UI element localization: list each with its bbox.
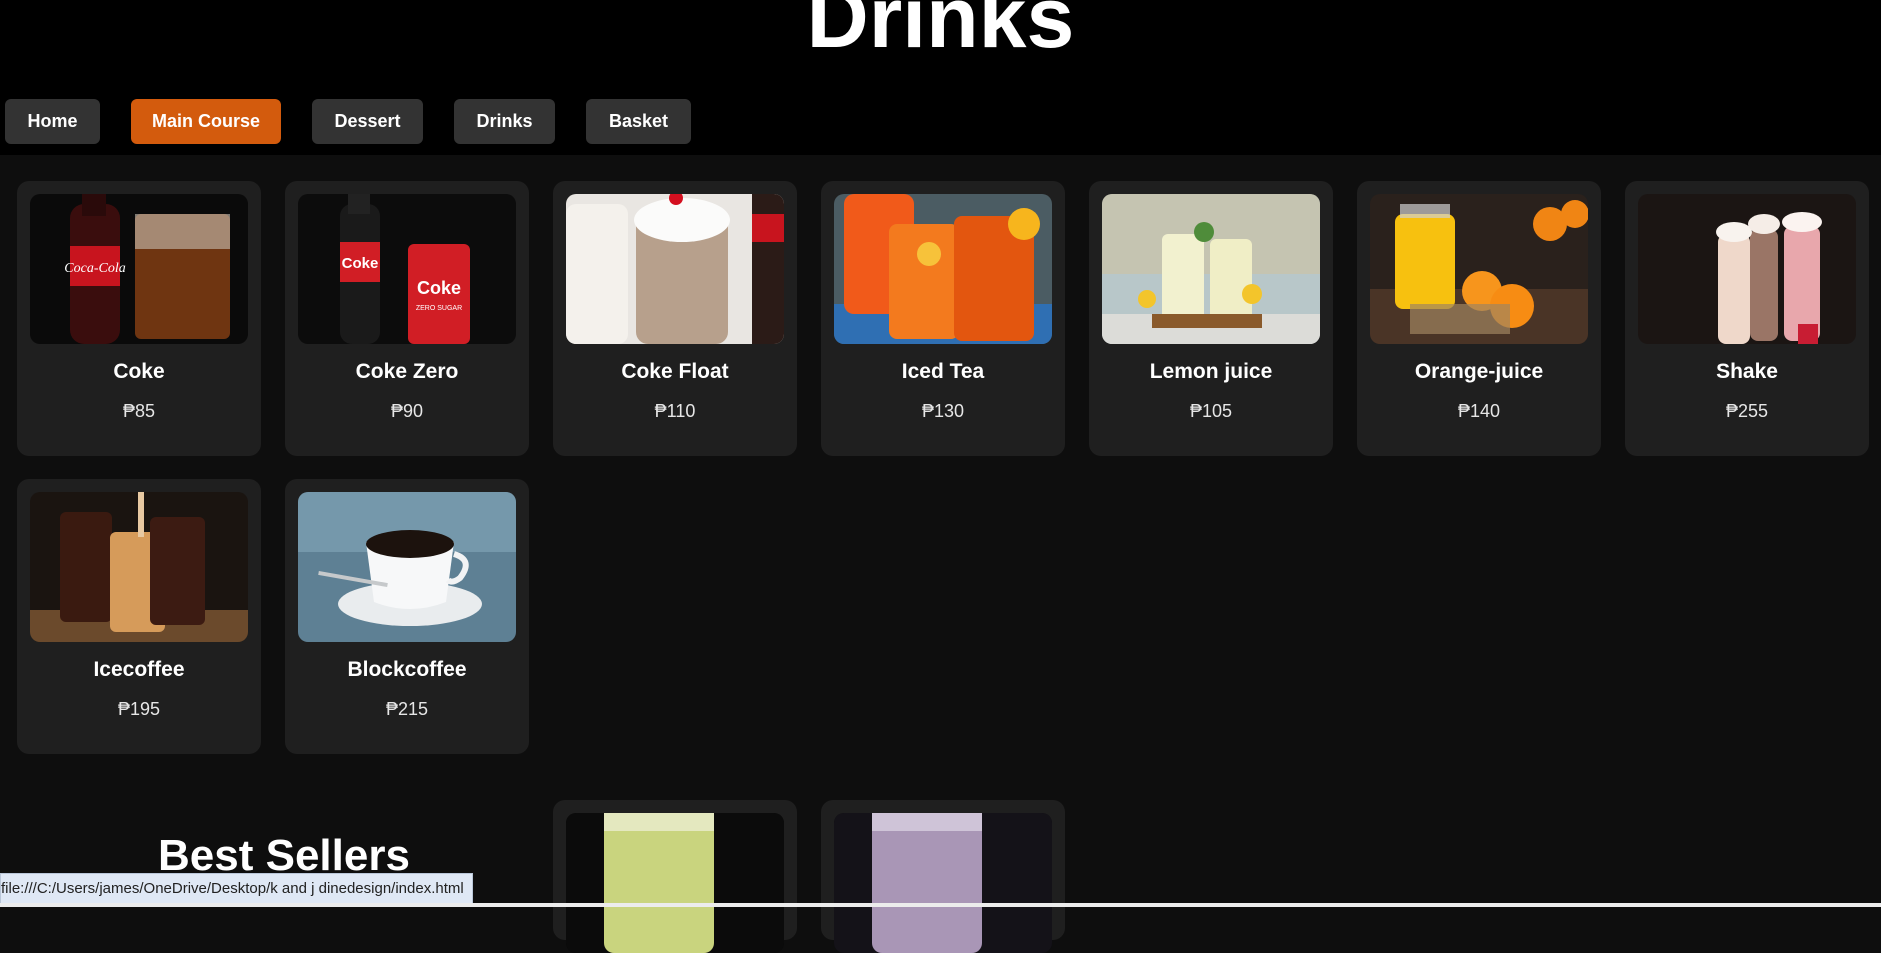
svg-text:Coca-Cola: Coca-Cola	[64, 261, 125, 276]
product-card-lemon-juice[interactable]: Lemon juice ₱105	[1089, 181, 1333, 456]
coke-zero-photo: Coke Coke ZERO SUGAR	[298, 194, 516, 344]
product-name: Coke	[113, 360, 165, 383]
product-price: ₱195	[117, 699, 161, 719]
svg-text:ZERO SUGAR: ZERO SUGAR	[416, 305, 462, 312]
product-price: ₱255	[1725, 401, 1769, 421]
coke-photo: Coca-Cola	[30, 194, 248, 344]
product-name: Blockcoffee	[347, 658, 467, 681]
product-card-coke-float[interactable]: Coke Float ₱110	[553, 181, 797, 456]
product-card-coke[interactable]: Coca-Cola Coke ₱85	[17, 181, 261, 456]
best-seller-card-1[interactable]	[553, 800, 797, 953]
product-price: ₱215	[385, 699, 429, 719]
product-card-shake[interactable]: Shake ₱255	[1625, 181, 1869, 456]
browser-status-url: file:///C:/Users/james/OneDrive/Desktop/…	[0, 873, 473, 905]
product-name: Lemon juice	[1149, 360, 1273, 383]
nav-main-course-button[interactable]: Main Course	[131, 99, 281, 144]
nav-basket-button[interactable]: Basket	[586, 99, 691, 144]
product-card-coke-zero[interactable]: Coke Coke ZERO SUGAR Coke Zero ₱90	[285, 181, 529, 456]
product-name: Coke Zero	[355, 360, 459, 383]
product-card-orange-juice[interactable]: Orange-juice ₱140	[1357, 181, 1601, 456]
product-name: Icecoffee	[93, 658, 185, 681]
product-price: ₱110	[654, 401, 696, 421]
nav-dessert-button[interactable]: Dessert	[312, 99, 423, 144]
shake-photo	[1638, 194, 1856, 344]
product-price: ₱90	[390, 401, 424, 421]
product-card-iced-tea[interactable]: Iced Tea ₱130	[821, 181, 1065, 456]
product-price: ₱105	[1189, 401, 1233, 421]
coke-float-photo	[566, 194, 784, 344]
blockcoffee-photo	[298, 492, 516, 642]
svg-text:Coke: Coke	[417, 278, 461, 298]
product-name: Orange-juice	[1414, 360, 1544, 383]
nav-home-button[interactable]: Home	[5, 99, 100, 144]
best-seller-card-2[interactable]	[821, 800, 1065, 953]
product-name: Shake	[1716, 360, 1778, 383]
product-price: ₱130	[921, 401, 965, 421]
green-smoothie-photo	[566, 813, 784, 953]
product-card-icecoffee[interactable]: Icecoffee ₱195	[17, 479, 261, 754]
product-card-blockcoffee[interactable]: Blockcoffee ₱215	[285, 479, 529, 754]
main-nav: Home Main Course Dessert Drinks Basket	[0, 0, 1881, 155]
orange-juice-photo	[1370, 194, 1588, 344]
product-name: Iced Tea	[901, 360, 985, 383]
product-price: ₱85	[122, 401, 156, 421]
lemon-juice-photo	[1102, 194, 1320, 344]
product-name: Coke Float	[621, 360, 729, 383]
nav-drinks-button[interactable]: Drinks	[454, 99, 555, 144]
icecoffee-photo	[30, 492, 248, 642]
bottom-edge	[0, 903, 1881, 907]
iced-tea-photo	[834, 194, 1052, 344]
purple-smoothie-photo	[834, 813, 1052, 953]
product-price: ₱140	[1457, 401, 1501, 421]
svg-text:Coke: Coke	[342, 255, 379, 272]
